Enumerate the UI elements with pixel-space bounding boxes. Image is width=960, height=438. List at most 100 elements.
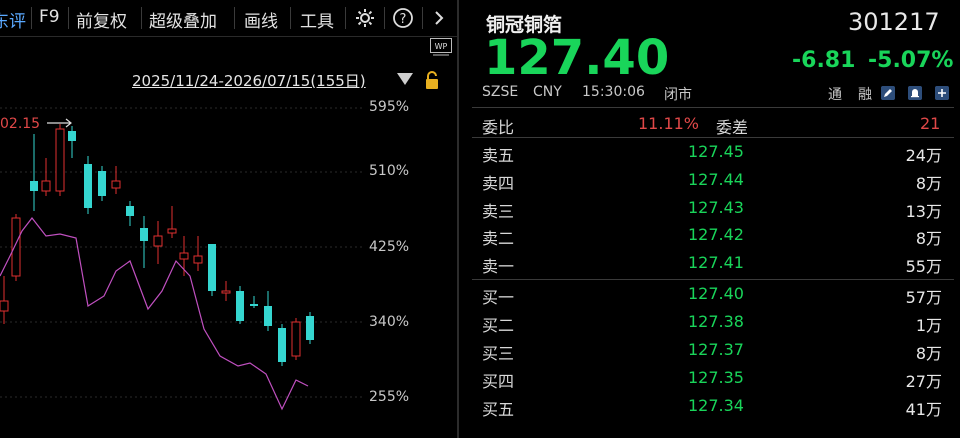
peak-price-text: 02.15 — [0, 116, 41, 132]
edit-icon[interactable] — [881, 86, 895, 100]
ask-row-1[interactable]: 卖一 127.41 55万 — [480, 251, 944, 276]
add-icon[interactable] — [935, 86, 949, 100]
bid-row-1[interactable]: 买一 127.40 57万 — [480, 282, 944, 307]
ask-volume: 13万 — [905, 202, 942, 221]
candlestick-chart[interactable] — [0, 96, 362, 438]
candle-body — [179, 252, 189, 260]
ask-label: 卖二 — [482, 229, 515, 248]
candle-body — [153, 235, 163, 247]
gear-icon[interactable] — [354, 7, 376, 29]
ask-row-4[interactable]: 卖四 127.44 8万 — [480, 168, 944, 193]
toolbar-separator — [234, 7, 235, 29]
candle-body — [68, 131, 76, 141]
bid-label: 买一 — [482, 288, 515, 307]
toolbar-item-tools[interactable]: 工具 — [300, 7, 334, 32]
svg-text:?: ? — [400, 12, 407, 27]
bid-volume: 57万 — [905, 288, 942, 307]
pct-tick: 425% — [369, 239, 410, 255]
candle-body — [126, 206, 134, 216]
bid-price: 127.35 — [688, 368, 744, 387]
pct-tick: 255% — [369, 389, 410, 405]
candle-body — [291, 321, 301, 357]
bid-price: 127.40 — [688, 284, 744, 303]
candle-body — [98, 171, 106, 196]
bid-row-5[interactable]: 买五 127.34 41万 — [480, 394, 944, 419]
weibi-label: 委比 — [482, 118, 515, 137]
toolbar-item-overlay[interactable]: 超级叠加 — [149, 7, 217, 32]
bid-price: 127.37 — [688, 340, 744, 359]
ask-volume: 8万 — [915, 174, 942, 193]
last-price: 127.40 — [484, 30, 670, 86]
bid-volume: 41万 — [905, 400, 942, 419]
currency: CNY — [533, 84, 562, 100]
toolbar-item-review[interactable]: 东评 — [0, 7, 26, 32]
candle-body — [84, 164, 92, 208]
toolbar-separator — [290, 7, 291, 29]
toolbar-separator — [141, 7, 142, 29]
ask-label: 卖四 — [482, 174, 515, 193]
divider — [472, 137, 954, 138]
panel-divider — [457, 0, 459, 438]
candle-body — [111, 180, 121, 189]
market-code: SZSE — [482, 84, 519, 100]
toolbar-separator — [31, 7, 32, 29]
toolbar-separator — [384, 7, 385, 29]
candle-body — [11, 217, 21, 277]
bid-row-3[interactable]: 买三 127.37 8万 — [480, 338, 944, 363]
ask-price: 127.44 — [688, 170, 744, 189]
toolbar-separator — [345, 7, 346, 29]
bid-label: 买四 — [482, 372, 515, 391]
toolbar-item-adjust[interactable]: 前复权 — [76, 7, 127, 32]
tag-tong: 通 — [828, 87, 842, 103]
toolbar-item-draw[interactable]: 画线 — [244, 7, 278, 32]
toolbar-item-review-prefix: 东 — [0, 12, 9, 32]
toolbar-separator — [422, 7, 423, 29]
weibi-value: 11.11% — [638, 114, 700, 133]
stock-code: 301217 — [848, 8, 940, 36]
bid-label: 买五 — [482, 400, 515, 419]
price-change: -6.81 — [792, 48, 856, 73]
svg-text:WP: WP — [435, 42, 448, 51]
ask-volume: 55万 — [905, 257, 942, 276]
ask-label: 卖三 — [482, 202, 515, 221]
bid-label: 买二 — [482, 316, 515, 335]
candle-body — [236, 291, 244, 321]
candle-body — [0, 300, 9, 312]
arrow-right-icon — [46, 118, 72, 128]
candle-body — [140, 228, 148, 241]
pct-tick: 595% — [369, 99, 410, 115]
peak-price-label: 02.15 — [0, 116, 75, 132]
bid-row-2[interactable]: 买二 127.38 1万 — [480, 310, 944, 335]
candle-body — [55, 128, 65, 192]
ask-label: 卖一 — [482, 257, 515, 276]
date-range-label[interactable]: 2025/11/24-2026/07/15(155日) — [132, 70, 366, 91]
help-icon[interactable]: ? — [392, 7, 414, 29]
ask-row-5[interactable]: 卖五 127.45 24万 — [480, 140, 944, 165]
ask-row-3[interactable]: 卖三 127.43 13万 — [480, 196, 944, 221]
bid-volume: 8万 — [915, 344, 942, 363]
bell-icon[interactable] — [908, 86, 922, 100]
ask-price: 127.45 — [688, 142, 744, 161]
bid-volume: 1万 — [915, 316, 942, 335]
toolbar-item-review-label: 评 — [9, 12, 26, 32]
ask-price: 127.42 — [688, 225, 744, 244]
chevron-right-icon[interactable] — [428, 7, 450, 29]
tag-rong: 融 — [858, 87, 872, 103]
toolbar-separator — [68, 7, 69, 29]
bid-volume: 27万 — [905, 372, 942, 391]
ask-row-2[interactable]: 卖二 127.42 8万 — [480, 223, 944, 248]
bid-price: 127.38 — [688, 312, 744, 331]
bid-row-4[interactable]: 买四 127.35 27万 — [480, 366, 944, 391]
wp-icon[interactable]: WP — [430, 38, 452, 56]
lock-icon[interactable] — [424, 70, 440, 90]
ask-price: 127.41 — [688, 253, 744, 272]
candle-body — [221, 290, 231, 294]
divider — [472, 107, 954, 108]
candle-body — [278, 328, 286, 362]
dropdown-arrow-icon[interactable] — [397, 73, 413, 85]
weicha-value: 21 — [920, 114, 941, 133]
price-change-pct: -5.07% — [868, 48, 954, 73]
chart-toolbar: 东评 F9 前复权 超级叠加 画线 工具 ? — [0, 0, 458, 37]
toolbar-item-f9[interactable]: F9 — [39, 7, 60, 27]
ask-volume: 24万 — [905, 146, 942, 165]
